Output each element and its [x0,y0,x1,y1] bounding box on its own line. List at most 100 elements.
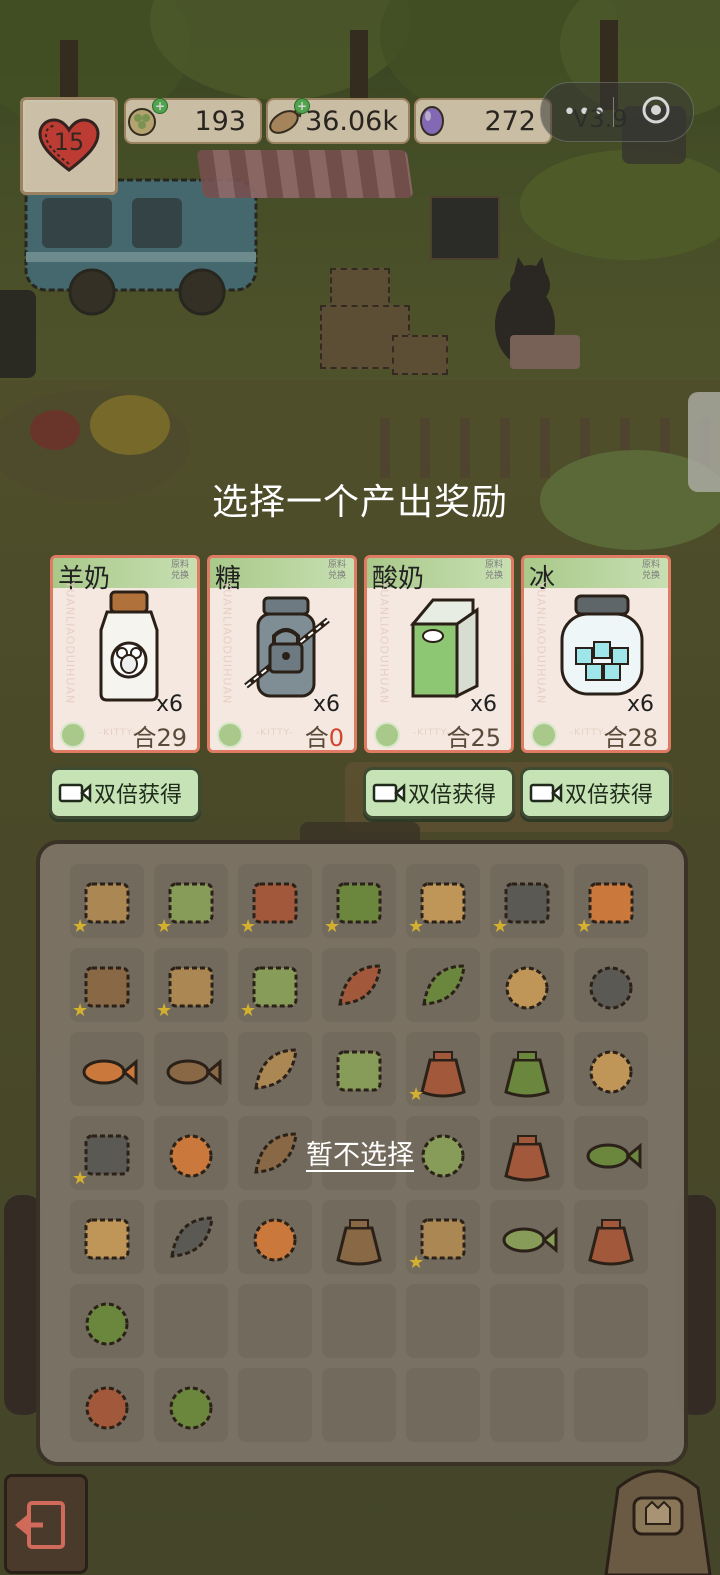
inventory-slot[interactable] [238,1032,312,1106]
video-camera-icon [372,783,406,803]
card-watermark: -KITTY- [413,728,451,738]
double-reward-label: 双倍获得 [565,783,654,808]
card-side-text: YUANLIAODUIHUAN [377,581,391,705]
clover-icon [170,1216,214,1258]
inventory-slot[interactable] [70,1200,144,1274]
inventory-slot[interactable] [574,1200,648,1274]
kitty-seal-icon [374,722,400,748]
lily-pad-icon [422,964,466,1006]
star-icon: ★ [240,916,257,937]
inventory-slot[interactable] [574,948,648,1022]
inventory-slot-empty [238,1284,312,1358]
frog-icon [169,1386,213,1430]
inventory-slot[interactable] [154,1032,228,1106]
small-fish-icon [82,1058,138,1086]
treasure-box-icon [84,1218,130,1260]
inventory-slot[interactable]: ★ [490,864,564,938]
inventory-slot[interactable]: ★ [154,948,228,1022]
reward-card-goat-milk[interactable]: 羊奶 原料 兑换 YUANLIAODUIHUAN x6 -KITTY- 合29 [50,555,200,753]
star-icon: ★ [408,1252,425,1273]
card-multiplier: x6 [155,692,183,717]
inventory-slot[interactable] [70,1284,144,1358]
star-icon: ★ [576,916,593,937]
card-footer: -KITTY- 合29 [53,716,197,750]
card-watermark: -KITTY- [99,728,137,738]
double-reward-button-goat-milk[interactable]: 双倍获得 [49,767,201,819]
star-icon: ★ [408,916,425,937]
star-icon: ★ [408,1084,425,1105]
star-icon: ★ [72,1000,89,1021]
inventory-slot[interactable] [490,1200,564,1274]
card-side-text: YUANLIAODUIHUAN [534,581,548,705]
kitty-seal-icon [531,722,557,748]
count-prefix: 合 [304,724,329,752]
inventory-slot[interactable] [322,948,396,1022]
card-owned-count: 合0 [304,718,344,752]
inventory-slot-empty [574,1368,648,1442]
inventory-slot[interactable]: ★ [322,864,396,938]
inventory-slot-empty [322,1284,396,1358]
inventory-slot[interactable]: ★ [238,948,312,1022]
card-footer: -KITTY- 合25 [367,716,511,750]
inventory-slot[interactable] [238,1200,312,1274]
inventory-slot[interactable] [322,1032,396,1106]
snail-shell-icon [85,1302,129,1346]
exit-button[interactable] [4,1474,88,1574]
inventory-slot[interactable]: ★ [238,864,312,938]
double-reward-button-yogurt[interactable]: 双倍获得 [363,767,515,819]
count-prefix: 合 [132,724,157,752]
card-side-text: YUANLIAODUIHUAN [63,581,77,705]
card-tag: 原料 兑换 [484,560,503,581]
card-owned-count: 合28 [603,718,658,752]
yogurt-carton-icon [409,598,479,699]
sheep-wool-icon [85,1386,129,1430]
exit-door-icon [15,1501,65,1549]
inventory-slot[interactable] [322,1200,396,1274]
inventory-slot[interactable] [70,1368,144,1442]
inventory-slot[interactable] [574,1032,648,1106]
inventory-slot[interactable]: ★ [406,864,480,938]
inventory-slot-empty [490,1284,564,1358]
count-value: 29 [156,724,187,752]
count-value: 28 [627,724,658,752]
inventory-slot[interactable] [70,1032,144,1106]
inventory-slot-empty [574,1284,648,1358]
inventory-slot[interactable]: ★ [406,1200,480,1274]
count-value: 25 [470,724,501,752]
inventory-slot[interactable] [490,1032,564,1106]
card-footer: -KITTY- 合0 [210,716,354,750]
ice-jar-icon [560,594,644,696]
inventory-slot[interactable]: ★ [406,1032,480,1106]
inventory-slot[interactable]: ★ [70,864,144,938]
card-side-text: YUANLIAODUIHUAN [220,581,234,705]
inventory-slot[interactable] [490,948,564,1022]
inventory-slot[interactable] [406,948,480,1022]
double-reward-button-ice[interactable]: 双倍获得 [520,767,672,819]
card-tag: 原料 兑换 [327,560,346,581]
kitty-seal-icon [217,722,243,748]
card-multiplier: x6 [469,692,497,717]
inventory-slot[interactable] [154,1200,228,1274]
pea-icon [253,1218,297,1262]
inventory-slot-empty [154,1284,228,1358]
card-owned-count: 合25 [446,718,501,752]
reward-card-sugar[interactable]: 糖 原料 兑换 YUANLIAODUIHUAN x6 -KITTY- 合0 [207,555,357,753]
inventory-slot[interactable]: ★ [154,864,228,938]
inventory-slot[interactable]: ★ [70,948,144,1022]
card-owned-count: 合29 [132,718,187,752]
backpack-icon[interactable] [598,1458,718,1575]
skip-selection-link[interactable]: 暂不选择 [0,1133,720,1172]
count-value: 0 [328,724,344,752]
reward-card-ice[interactable]: 冰 原料 兑换 YUANLIAODUIHUAN x6 -KITTY- 合28 [521,555,671,753]
skip-label: 暂不选择 [306,1140,414,1171]
video-camera-icon [529,783,563,803]
count-prefix: 合 [603,724,628,752]
wheat-bundle-icon [589,966,633,1010]
inventory-slot[interactable] [154,1368,228,1442]
inventory-slot-empty [322,1368,396,1442]
reward-card-yogurt[interactable]: 酸奶 原料 兑换 YUANLIAODUIHUAN x6 -KITTY- 合25 [364,555,514,753]
card-footer: -KITTY- 合28 [524,716,668,750]
card-multiplier: x6 [312,692,340,717]
inventory-slot[interactable]: ★ [574,864,648,938]
card-watermark: -KITTY- [256,728,294,738]
